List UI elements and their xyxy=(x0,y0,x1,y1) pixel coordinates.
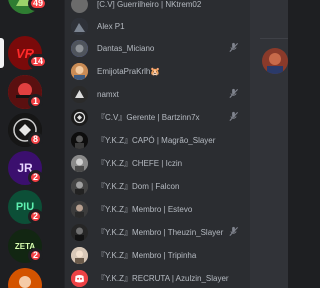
muted-mic-icon xyxy=(229,88,239,99)
member-name: 『Y.K.Z』CAPÓ | Magrão_Slayer xyxy=(97,135,216,145)
member-avatar xyxy=(71,39,88,57)
server-badge-2: 14 xyxy=(28,54,49,69)
member-name: 『Y.K.Z』Dom | Falcon xyxy=(97,181,180,191)
selected-server-indicator xyxy=(0,38,4,68)
member-avatar xyxy=(71,154,88,172)
chat-area xyxy=(250,0,288,288)
server-8-image xyxy=(8,268,42,288)
member-avatar xyxy=(71,17,88,35)
member-name: 『Y.K.Z』Membro | Theuzin_Slayer xyxy=(97,227,224,237)
avatar-image xyxy=(71,85,88,103)
muted-mic-icon xyxy=(229,111,239,122)
member-avatar xyxy=(71,0,88,13)
member-name: EmijotaPraKrlh🐹 xyxy=(97,66,161,76)
server-badge-1: 49 xyxy=(28,0,49,11)
divider xyxy=(260,38,288,39)
avatar-image xyxy=(71,200,88,218)
member-name: namxt xyxy=(97,89,119,99)
server-badge-3: 1 xyxy=(28,94,44,109)
chat-avatar-image xyxy=(262,48,288,74)
member-name: 『C.V』Gerente | Bartzinn7x xyxy=(97,112,200,122)
server-icon-8[interactable] xyxy=(8,268,42,288)
chat-avatar[interactable] xyxy=(262,48,288,74)
server-badge-4: 8 xyxy=(28,132,44,147)
member-avatar xyxy=(71,200,88,218)
server-badge-7: 2 xyxy=(28,248,44,263)
member-name: 『Y.K.Z』CHEFE | Iczin xyxy=(97,158,183,168)
avatar-image xyxy=(71,246,88,264)
member-avatar xyxy=(71,177,88,195)
avatar-image xyxy=(71,177,88,195)
member-row[interactable]: 『Y.K.Z』RECRUTA | Azulzin_Slayer xyxy=(71,265,249,288)
avatar-image xyxy=(71,223,88,241)
member-name: Alex P1 xyxy=(97,21,125,31)
avatar-image xyxy=(71,62,88,80)
member-avatar xyxy=(71,131,88,149)
member-avatar xyxy=(71,246,88,264)
member-avatar xyxy=(71,223,88,241)
member-list: [C.V] Guerrilheiro | NKtrem02 Alex P1 Da… xyxy=(64,0,250,288)
avatar-image xyxy=(71,154,88,172)
member-avatar xyxy=(71,108,88,126)
member-name: [C.V] Guerrilheiro | NKtrem02 xyxy=(97,0,202,9)
discord-default-avatar-icon xyxy=(71,39,88,57)
member-avatar xyxy=(71,85,88,103)
member-avatar xyxy=(71,269,88,287)
member-name: 『Y.K.Z』RECRUTA | Azulzin_Slayer xyxy=(97,273,229,283)
server-badge-6: 2 xyxy=(28,209,44,224)
member-avatar xyxy=(71,62,88,80)
muted-mic-icon xyxy=(229,42,239,53)
avatar-image xyxy=(71,17,88,35)
server-rail: 49 VR 14 1 8 JR 2 PIU 2 ZETA 2 xyxy=(0,0,64,288)
discord-logo-icon xyxy=(71,269,88,287)
server-badge-5: 2 xyxy=(28,170,44,185)
member-name: 『Y.K.Z』Membro | Tripinha xyxy=(97,250,197,260)
avatar-image xyxy=(71,108,88,126)
muted-mic-icon xyxy=(229,226,239,237)
member-name: Dantas_Miciano xyxy=(97,43,155,53)
member-name: 『Y.K.Z』Membro | Estevo xyxy=(97,204,193,214)
avatar-image xyxy=(71,131,88,149)
